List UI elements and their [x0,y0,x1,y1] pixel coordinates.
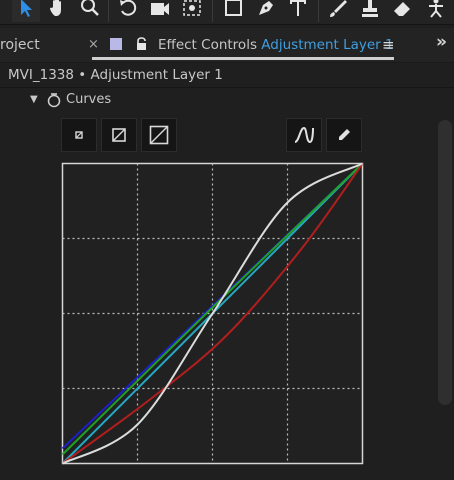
toolbar-divider [108,0,109,22]
puppet-icon[interactable] [422,0,450,22]
lock-icon[interactable] [136,36,147,50]
panel-menu-icon[interactable]: ≡ [382,36,395,54]
brush-icon[interactable] [324,0,352,22]
smooth-curve-button[interactable] [286,118,322,152]
large-curve-size-icon [149,125,169,145]
selection-arrow-icon[interactable] [12,0,40,22]
small-curve-size-icon [75,131,83,139]
camera-icon[interactable] [146,0,174,22]
close-tab-button[interactable]: × [88,37,99,52]
effect-controls-window: roject × Effect Controls Adjustment Laye… [0,0,454,480]
rectangle-icon[interactable] [220,0,248,22]
expand-triangle-icon[interactable]: ▼ [30,94,38,105]
effect-name: Curves [66,92,112,107]
active-tab-indicator [92,57,394,60]
zoom-icon[interactable] [76,0,104,22]
clone-stamp-icon[interactable] [356,0,384,22]
pencil-icon [339,129,350,140]
medium-curve-size-icon [112,128,126,142]
hand-icon[interactable] [44,0,72,22]
panel-tab-bar: roject × Effect Controls Adjustment Laye… [0,28,454,63]
header-divider [0,87,454,88]
eraser-icon[interactable] [388,0,416,22]
tab-effect-controls[interactable]: Effect Controls Adjustment Layer 1 [158,37,394,53]
tab-project[interactable]: roject [0,37,40,53]
tab-effect-controls-label: Effect Controls [158,37,257,53]
small-curve-size-button[interactable] [61,118,97,152]
toolbar-divider [212,0,213,22]
vertical-scrollbar[interactable] [438,120,452,405]
curves-graph[interactable] [60,161,365,466]
medium-curve-size-button[interactable] [101,118,137,152]
pan-behind-icon[interactable] [178,0,206,22]
panel-header: MVI_1338 • Adjustment Layer 1 [8,67,223,83]
pencil-button[interactable] [326,118,362,152]
pen-icon[interactable] [252,0,280,22]
tab-layer-name: Adjustment Layer 1 [261,37,394,53]
smooth-curve-icon [294,126,314,144]
rotate-icon[interactable] [114,0,142,22]
type-icon[interactable] [284,0,312,22]
toolbar-divider [318,0,319,22]
tools-toolbar [0,0,454,25]
stopwatch-icon[interactable] [46,92,62,108]
overflow-tabs-icon[interactable]: » [436,32,447,52]
layer-color-swatch [110,38,122,50]
large-curve-size-button[interactable] [141,118,177,152]
